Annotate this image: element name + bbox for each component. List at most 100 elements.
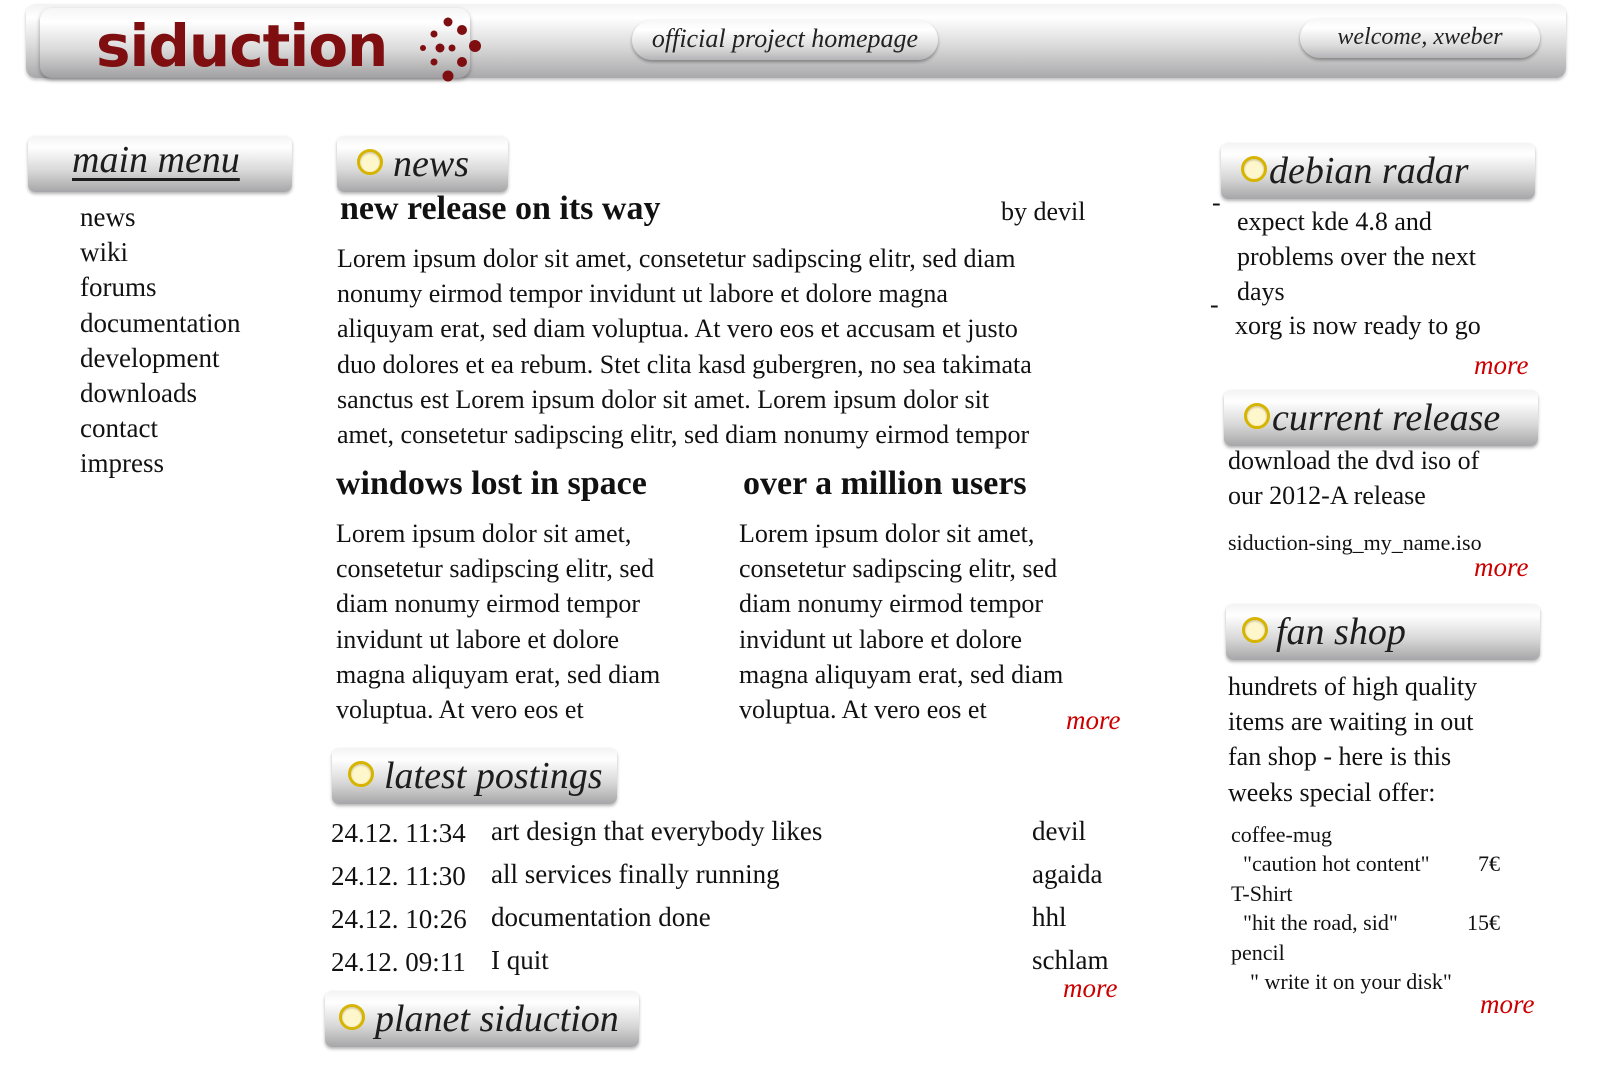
main-menu: news wiki forums documentation developme…: [80, 200, 240, 482]
posting-title[interactable]: I quit: [491, 945, 549, 976]
shop-item-price: 7€: [1478, 851, 1500, 876]
text-line: magna aliquyam erat, sed diam: [336, 659, 661, 689]
posting-time: 24.12. 11:30: [331, 861, 466, 891]
iso-download-link[interactable]: siduction-sing_my_name.iso: [1228, 530, 1482, 556]
text-line: consetetur sadipscing elitr, sed: [739, 554, 1058, 584]
ring-bullet-icon: [357, 149, 383, 176]
text-line: amet, consetetur sadipscing elitr, sed d…: [337, 420, 1030, 450]
current-release-text: download the dvd iso of our 2012-A relea…: [1228, 443, 1479, 513]
menu-item-downloads[interactable]: downloads: [80, 376, 240, 411]
menu-item-impress[interactable]: impress: [80, 446, 240, 481]
shop-item-price: 15€: [1467, 910, 1500, 935]
current-release-more-link[interactable]: more: [1474, 552, 1529, 583]
planet-siduction-title: planet siduction: [375, 998, 619, 1040]
text-line: invidunt ut labore et dolore: [739, 624, 1023, 654]
text-line: consetetur sadipscing elitr, sed: [336, 554, 655, 584]
text-line: Lorem ipsum dolor sit amet,: [739, 519, 1035, 548]
text-line: voluptua. At vero eos et: [739, 695, 987, 725]
menu-item-news[interactable]: news: [80, 200, 240, 235]
fan-shop-more-link[interactable]: more: [1480, 989, 1535, 1020]
lead-article-title[interactable]: new release on its way: [340, 189, 660, 229]
text-line: weeks special offer:: [1228, 777, 1436, 807]
logo[interactable]: siduction: [40, 8, 481, 82]
posting-row: 24.12. 11:30 all services finally runnin…: [331, 855, 1131, 898]
article-windows-title[interactable]: windows lost in space: [336, 464, 647, 504]
text-line: magna aliquyam erat, sed diam: [739, 659, 1064, 689]
menu-item-development[interactable]: development: [80, 341, 240, 376]
ring-bullet-icon: [339, 1004, 365, 1031]
siduction-dots-icon: [420, 17, 481, 82]
posting-author: devil: [1032, 816, 1086, 846]
shop-item-desc: " write it on your disk": [1250, 969, 1452, 994]
main-menu-heading: main menu: [28, 136, 292, 192]
radar-item[interactable]: xorg is now ready to go: [1235, 308, 1481, 343]
posting-time: 24.12. 11:34: [331, 818, 466, 848]
debian-radar-title: debian radar: [1269, 150, 1469, 192]
news-more-link[interactable]: more: [1066, 705, 1121, 736]
text-line: problems over the next: [1237, 242, 1476, 272]
lead-article-byline: by devil: [1001, 197, 1086, 226]
article-million-body: Lorem ipsum dolor sit amet, consetetur s…: [739, 516, 1063, 727]
posting-row: 24.12. 09:11 I quit schlam: [331, 941, 1131, 984]
postings-list: 24.12. 11:34 art design that everybody l…: [331, 812, 1131, 984]
posting-title[interactable]: all services finally running: [491, 859, 780, 890]
text-line: voluptua. At vero eos et: [336, 695, 584, 725]
fan-shop-heading: fan shop: [1226, 604, 1540, 660]
postings-more-link[interactable]: more: [1063, 973, 1118, 1004]
posting-time: 24.12. 09:11: [331, 947, 466, 977]
main-menu-title: main menu: [72, 139, 240, 181]
text-line: sanctus est Lorem ipsum dolor sit amet. …: [337, 384, 990, 414]
news-heading: news: [337, 136, 508, 192]
posting-title[interactable]: art design that everybody likes: [491, 816, 822, 847]
posting-author: hhl: [1032, 902, 1067, 932]
posting-row: 24.12. 10:26 documentation done hhl: [331, 898, 1131, 941]
text-line: Lorem ipsum dolor sit amet, consetetur s…: [337, 244, 1016, 273]
current-release-title: current release: [1272, 397, 1501, 439]
posting-title[interactable]: documentation done: [491, 902, 711, 933]
shop-item-desc: "hit the road, sid": [1243, 910, 1398, 935]
posting-time: 24.12. 10:26: [331, 904, 467, 934]
fan-shop-intro: hundrets of high quality items are waiti…: [1228, 669, 1477, 810]
text-line: aliquyam erat, sed diam voluptua. At ver…: [337, 314, 1018, 344]
text-line: diam nonumy eirmod tempor: [739, 589, 1044, 619]
ring-bullet-icon: [1241, 156, 1267, 183]
shop-item-name[interactable]: T-Shirt: [1231, 879, 1293, 909]
fan-shop-title: fan shop: [1276, 611, 1406, 653]
shop-item-desc: "caution hot content": [1243, 851, 1430, 876]
ring-bullet-icon: [1244, 403, 1270, 430]
menu-item-wiki[interactable]: wiki: [80, 235, 240, 270]
list-dash: -: [1210, 290, 1219, 319]
text-line: items are waiting in out: [1228, 707, 1474, 737]
radar-item[interactable]: expect kde 4.8 and problems over the nex…: [1237, 204, 1476, 310]
ring-bullet-icon: [1242, 617, 1268, 644]
menu-item-contact[interactable]: contact: [80, 411, 240, 446]
debian-radar-more-link[interactable]: more: [1474, 350, 1529, 381]
text-line: diam nonumy eirmod tempor: [336, 589, 641, 619]
text-line: Lorem ipsum dolor sit amet,: [336, 519, 632, 548]
posting-author: schlam: [1032, 945, 1109, 975]
menu-item-documentation[interactable]: documentation: [80, 306, 240, 341]
article-windows-body: Lorem ipsum dolor sit amet, consetetur s…: [336, 516, 660, 727]
planet-siduction-heading: planet siduction: [325, 991, 639, 1047]
welcome-user[interactable]: welcome, xweber: [1300, 18, 1540, 58]
text-line: expect kde 4.8 and: [1237, 207, 1432, 236]
lead-article-body: Lorem ipsum dolor sit amet, consetetur s…: [337, 241, 1032, 452]
current-release-heading: current release: [1224, 390, 1538, 446]
text-line: xorg is now ready to go: [1235, 311, 1481, 340]
article-million-title[interactable]: over a million users: [743, 464, 1027, 504]
menu-item-forums[interactable]: forums: [80, 270, 240, 305]
latest-postings-title: latest postings: [384, 755, 603, 797]
ring-bullet-icon: [348, 761, 374, 788]
tagline: official project homepage: [632, 20, 938, 60]
list-dash: -: [1212, 188, 1221, 217]
text-line: days: [1237, 277, 1285, 307]
text-line: nonumy eirmod tempor invidunt ut labore …: [337, 279, 948, 309]
shop-item-name[interactable]: coffee-mug: [1231, 820, 1332, 850]
text-line: hundrets of high quality: [1228, 672, 1478, 701]
text-line: duo dolores et ea rebum. Stet clita kasd…: [337, 349, 1032, 379]
shop-item-name[interactable]: pencil: [1231, 938, 1285, 968]
text-line: fan shop - here is this: [1228, 742, 1452, 772]
latest-postings-heading: latest postings: [332, 748, 617, 804]
news-title: news: [393, 143, 469, 185]
posting-author: agaida: [1032, 859, 1103, 889]
